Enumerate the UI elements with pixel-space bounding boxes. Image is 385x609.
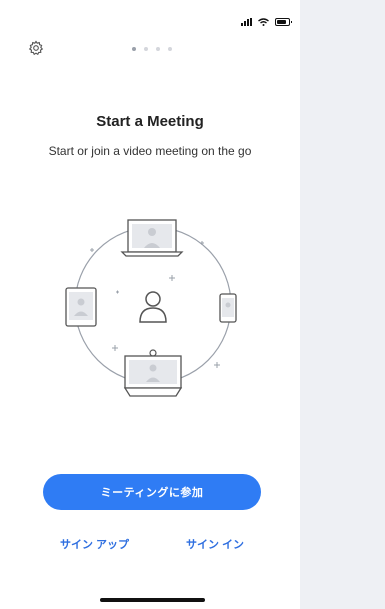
signal-icon [241,18,252,26]
room-system-icon [123,349,183,397]
page-dot[interactable] [156,47,160,51]
wifi-icon [258,18,269,26]
tablet-icon [65,287,97,327]
user-icon [139,291,167,323]
gear-icon[interactable] [28,40,44,56]
video-meeting-devices-icon [65,219,237,397]
home-indicator[interactable] [100,598,205,602]
join-meeting-button[interactable]: ミーティングに参加 [43,474,261,510]
sign-in-link[interactable]: サイン イン [186,536,244,552]
page-dot[interactable] [132,47,136,51]
laptop-icon [120,219,184,257]
page-dot[interactable] [168,47,172,51]
sign-up-link[interactable]: サイン アップ [60,536,129,552]
page-indicator [132,47,172,51]
mobile-phone-icon [219,293,237,323]
app-screen: Start a Meeting Start or join a video me… [0,0,300,609]
page-subtitle: Start or join a video meeting on the go [48,144,252,158]
battery-icon [275,18,292,26]
status-bar [241,18,292,26]
page-title: Start a Meeting [96,113,204,130]
page-dot[interactable] [144,47,148,51]
